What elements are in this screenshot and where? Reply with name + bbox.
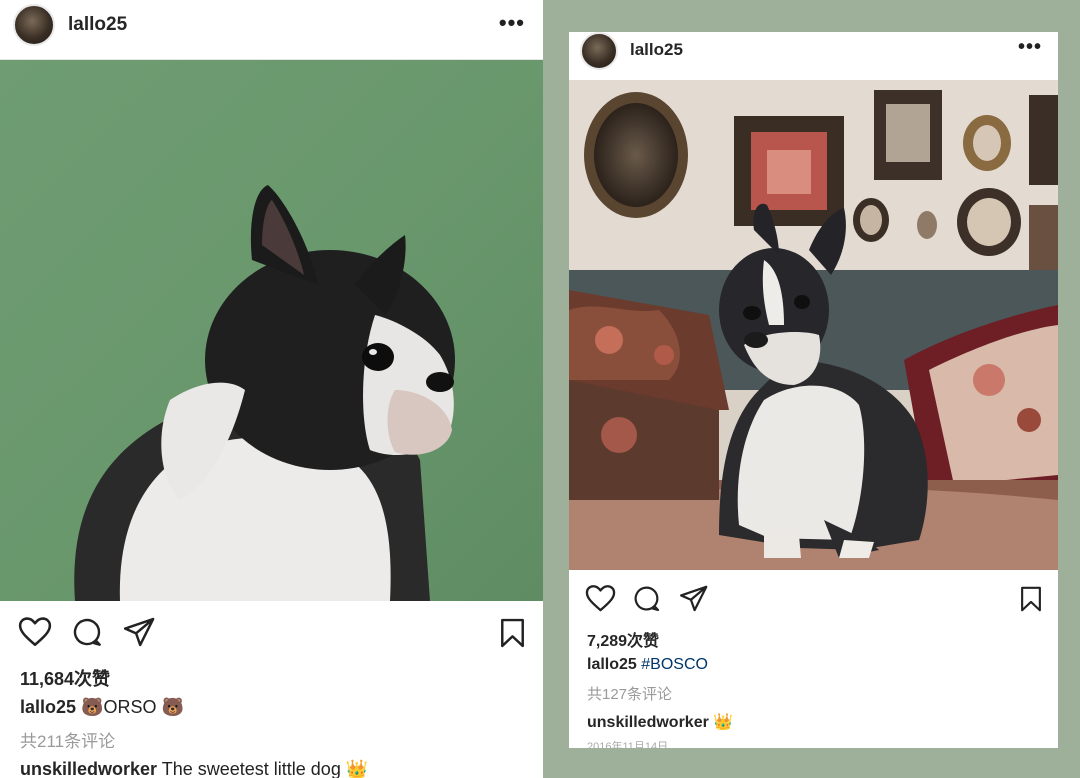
more-options-icon[interactable]: ••• xyxy=(1018,36,1042,59)
likes-count[interactable]: 7,289次赞 xyxy=(587,627,659,651)
heart-icon[interactable] xyxy=(18,616,52,648)
share-icon[interactable] xyxy=(679,585,709,612)
likes-count[interactable]: 11,684次赞 xyxy=(20,665,110,691)
post-card-bosco: lallo25 ••• 7,289次赞 lallo25 #BOSCO 共127条… xyxy=(569,32,1058,748)
dog-photo-image xyxy=(0,60,543,601)
caption: lallo25 🐻ORSO 🐻 xyxy=(20,697,184,718)
action-bar xyxy=(569,582,1058,618)
username[interactable]: lallo25 xyxy=(630,40,683,60)
bookmark-icon[interactable] xyxy=(1020,586,1042,612)
avatar[interactable] xyxy=(13,4,55,46)
caption-username[interactable]: lallo25 xyxy=(587,656,637,673)
share-icon[interactable] xyxy=(123,617,156,647)
view-comments-link[interactable]: 共211条评论 xyxy=(20,727,115,752)
bookmark-icon[interactable] xyxy=(500,618,525,648)
caption-text: 🐻ORSO 🐻 xyxy=(76,697,184,717)
heart-icon[interactable] xyxy=(585,584,616,613)
comment-icon[interactable] xyxy=(632,584,661,613)
comment-text: The sweetest little dog 👑 xyxy=(157,759,369,778)
dog-photo-image xyxy=(569,80,1058,570)
post-photo[interactable] xyxy=(0,60,543,601)
post-header: lallo25 ••• xyxy=(0,0,543,60)
comment: unskilledworker 👑 xyxy=(587,712,733,732)
comment-username[interactable]: unskilledworker xyxy=(587,714,709,731)
more-options-icon[interactable]: ••• xyxy=(499,10,525,36)
caption: lallo25 #BOSCO xyxy=(587,656,708,674)
username[interactable]: lallo25 xyxy=(68,14,127,36)
caption-username[interactable]: lallo25 xyxy=(20,697,76,717)
comment-username[interactable]: unskilledworker xyxy=(20,759,157,778)
avatar[interactable] xyxy=(580,32,618,70)
hashtag-link[interactable]: #BOSCO xyxy=(637,656,708,673)
view-comments-link[interactable]: 共127条评论 xyxy=(587,683,672,704)
comment-text: 👑 xyxy=(708,714,734,731)
post-header: lallo25 ••• xyxy=(569,32,1058,82)
post-date: 2016年11月14日 xyxy=(587,741,669,748)
action-bar xyxy=(0,612,543,656)
comment: unskilledworker The sweetest little dog … xyxy=(20,759,368,778)
comment-icon[interactable] xyxy=(71,616,103,648)
post-photo[interactable] xyxy=(569,80,1058,570)
post-card-orso: lallo25 ••• 11,684次赞 lallo25 🐻ORSO 🐻 共21… xyxy=(0,0,543,778)
